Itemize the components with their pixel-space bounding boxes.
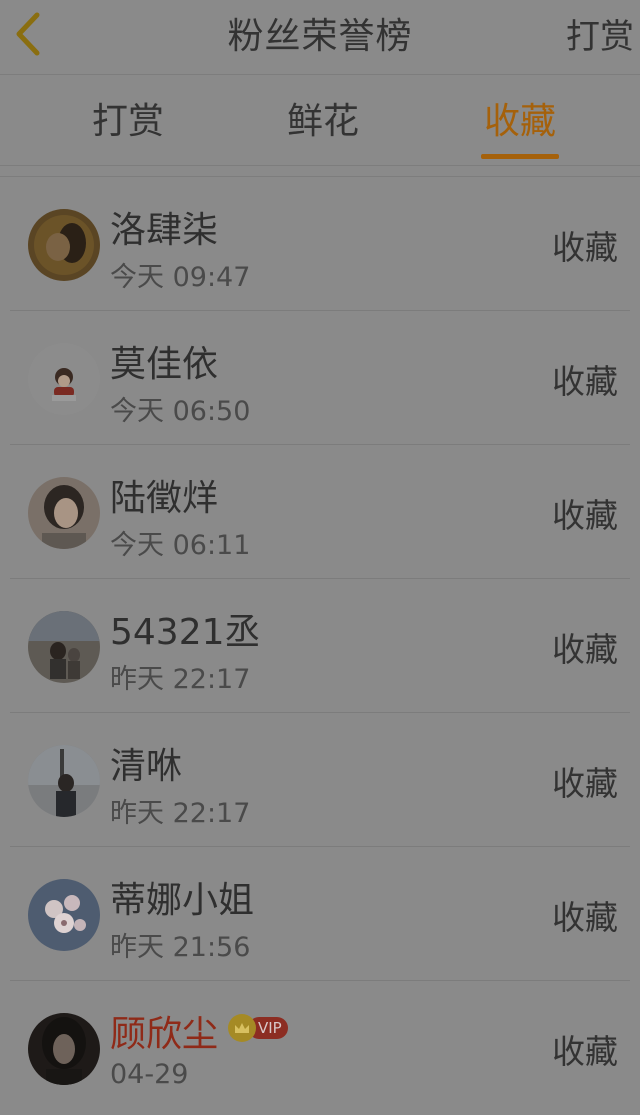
page-title: 粉丝荣誉榜 [227,16,413,57]
avatar [28,343,100,415]
action-label: 收藏 [552,764,618,803]
avatar [28,879,100,951]
reward-button[interactable]: 打赏 [566,0,634,74]
tab-flowers[interactable]: 鲜花 [275,75,371,165]
timestamp: 昨天 21:56 [110,932,251,963]
user-name: 54321丞 [110,612,261,653]
list-item[interactable]: 莫佳依 今天 06:50 收藏 [0,311,640,445]
avatar [28,209,100,281]
avatar [28,745,100,817]
user-name: 顾欣尘 [110,1014,219,1055]
list-item[interactable]: 清咻 昨天 22:17 收藏 [0,713,640,847]
user-name: 洛肆柒 [110,210,219,251]
tab-bar: 打赏 鲜花 收藏 [0,75,640,166]
tab-reward[interactable]: 打赏 [80,75,176,165]
action-label: 收藏 [552,228,618,267]
list-item[interactable]: 洛肆柒 今天 09:47 收藏 [0,177,640,311]
timestamp: 昨天 22:17 [110,798,251,829]
user-name: 陆徵烊 [110,478,219,519]
tab-favorites[interactable]: 收藏 [472,75,568,165]
active-tab-indicator [481,154,559,159]
timestamp: 今天 06:11 [110,530,251,561]
vip-badge: VIP [228,1013,288,1043]
action-label: 收藏 [552,630,618,669]
crown-icon [228,1014,256,1042]
list-item[interactable]: 蒂娜小姐 昨天 21:56 收藏 [0,847,640,981]
action-label: 收藏 [552,898,618,937]
top-bar: 粉丝荣誉榜 打赏 [0,0,640,75]
action-label: 收藏 [552,496,618,535]
user-name: 蒂娜小姐 [110,880,255,921]
avatar [28,1013,100,1085]
avatar [28,477,100,549]
list-item[interactable]: 顾欣尘 VIP 04-29 收藏 [0,981,640,1115]
timestamp: 昨天 22:17 [110,664,251,695]
action-label: 收藏 [552,1032,618,1071]
timestamp: 今天 06:50 [110,396,251,427]
list-item[interactable]: 54321丞 昨天 22:17 收藏 [0,579,640,713]
timestamp: 今天 09:47 [110,262,251,293]
timestamp: 04-29 [110,1059,189,1090]
avatar [28,611,100,683]
list-item[interactable]: 陆徵烊 今天 06:11 收藏 [0,445,640,579]
user-name: 清咻 [110,746,183,787]
user-name: 莫佳依 [110,344,219,385]
action-label: 收藏 [552,362,618,401]
